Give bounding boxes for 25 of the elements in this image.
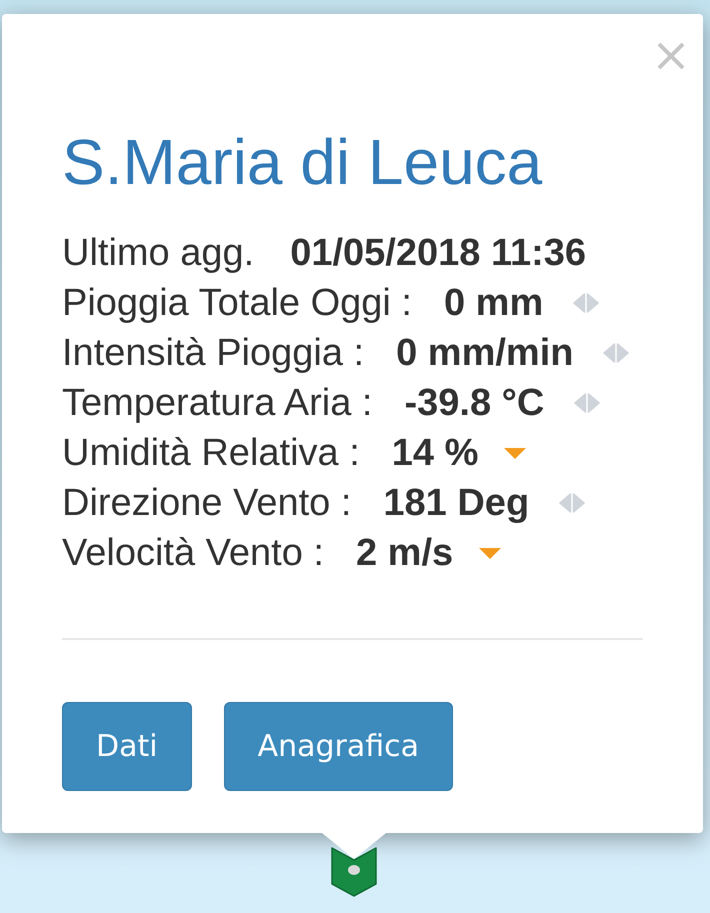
reading-value: 0 mm/min <box>396 331 574 376</box>
reading-value: 14 % <box>392 431 478 476</box>
reading-label: Pioggia Totale Oggi : <box>62 281 412 326</box>
reading-label: Intensità Pioggia : <box>62 331 364 376</box>
reading-label: Velocità Vento : <box>62 531 324 576</box>
action-button[interactable]: Dati <box>62 702 192 791</box>
reading-label: Umidità Relativa : <box>62 431 360 476</box>
left-right-arrows-icon <box>559 493 586 513</box>
reading-value: -39.8 °C <box>404 381 544 426</box>
reading-value: 181 Deg <box>383 481 530 526</box>
left-right-arrows-icon <box>573 293 600 313</box>
reading-value: 2 m/s <box>356 531 454 576</box>
caret-down-icon <box>504 448 526 458</box>
station-title: S.Maria di Leuca <box>62 130 544 194</box>
caret-down-icon <box>479 548 502 558</box>
left-right-arrows-icon <box>574 393 600 413</box>
updated-label: Ultimo agg. <box>62 231 254 276</box>
map-marker-icon <box>330 846 378 898</box>
action-button[interactable]: Anagrafica <box>224 702 454 791</box>
reading-label: Temperatura Aria : <box>62 381 372 426</box>
close-icon <box>657 42 685 70</box>
reading-value: 0 mm <box>444 281 544 326</box>
updated-value: 01/05/2018 11:36 <box>290 231 586 276</box>
reading-label: Direzione Vento : <box>62 481 352 526</box>
left-right-arrows-icon <box>603 343 630 363</box>
